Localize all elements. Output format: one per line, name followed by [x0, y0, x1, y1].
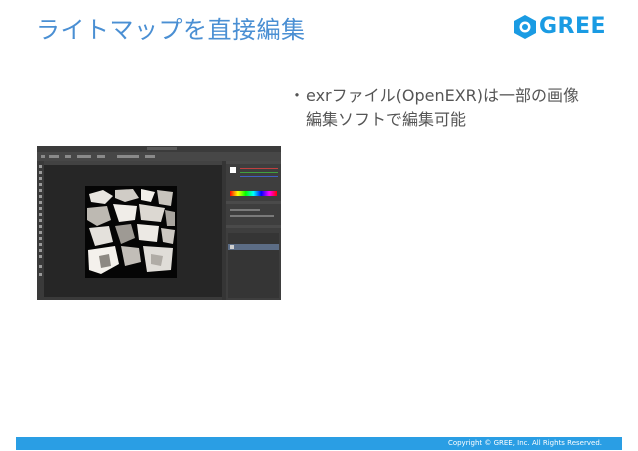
lightmap-image — [85, 186, 177, 278]
ps-status-bar — [44, 297, 222, 300]
ps-panels — [226, 161, 281, 300]
ps-color-spectrum — [230, 191, 277, 196]
gree-logo-text: GREE — [539, 14, 607, 39]
ps-layer-thumbnail — [230, 245, 234, 249]
photoshop-screenshot — [37, 146, 281, 300]
gree-hexagon-icon — [514, 14, 536, 39]
ps-layers-panel — [228, 233, 279, 298]
bullet-item: ・ exrファイル(OpenEXR)は一部の画像編集ソフトで編集可能 — [289, 84, 589, 132]
slide-title: ライトマップを直接編集 — [36, 16, 306, 44]
ps-options-bar — [37, 152, 281, 161]
gree-logo: GREE — [514, 14, 606, 39]
bullet-text: exrファイル(OpenEXR)は一部の画像編集ソフトで編集可能 — [306, 86, 580, 129]
ps-toolbox — [37, 161, 44, 300]
ps-document-tab — [44, 161, 222, 165]
ps-layer-row — [228, 244, 279, 250]
footer-bar: Copyright © GREE, Inc. All Rights Reserv… — [16, 437, 622, 450]
bullet-marker: ・ — [289, 86, 306, 105]
copyright-text: Copyright © GREE, Inc. All Rights Reserv… — [447, 439, 602, 447]
